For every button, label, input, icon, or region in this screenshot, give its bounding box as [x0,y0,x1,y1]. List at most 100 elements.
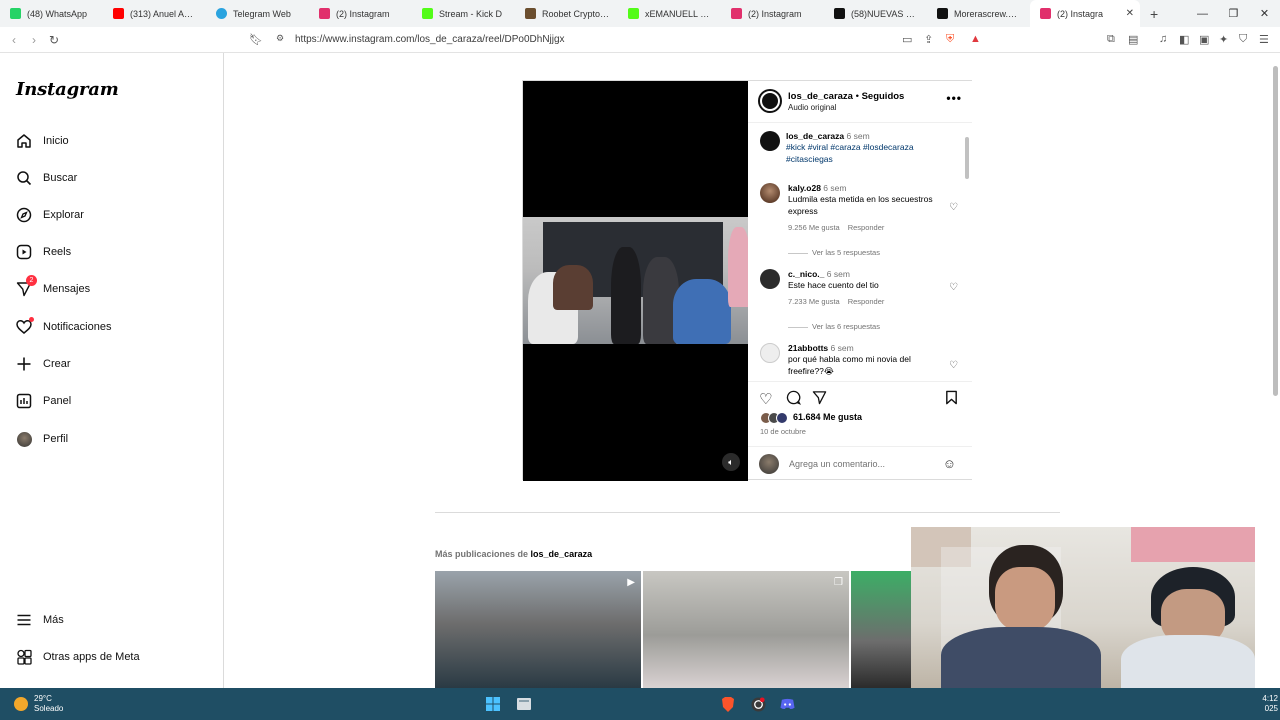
new-tab-button[interactable]: + [1150,6,1158,22]
cast-icon[interactable]: ▭ [902,33,912,46]
nav-perfil[interactable]: Perfil [16,431,68,447]
post-thumbnail[interactable] [851,571,911,688]
bookmark-icon[interactable]: 🔖︎ [249,33,263,46]
like-icon[interactable]: ♡ [759,390,772,408]
author-avatar[interactable] [758,89,782,113]
url-field[interactable]: https://www.instagram.com/los_de_caraza/… [295,34,565,45]
nav-reels[interactable]: Reels [16,244,71,260]
webcam-person-face [995,567,1055,631]
comment-likes[interactable]: 7.233 Me gusta [788,297,840,306]
nav-mas[interactable]: Más [16,612,64,628]
post-thumbnail[interactable]: ▶ [435,571,641,688]
page-scrollbar[interactable] [1271,56,1279,688]
nav-explorar[interactable]: Explorar [16,207,84,223]
task-view-icon[interactable] [516,696,532,712]
messenger-icon: 2 [16,275,37,297]
site-settings-icon[interactable]: ⚙︎ [276,33,284,44]
close-window-button[interactable]: ✕ [1249,0,1280,27]
reading-list-icon[interactable]: ▤ [1128,33,1138,46]
reply-button[interactable]: Responder [848,297,885,306]
page-scroll-thumb[interactable] [1273,66,1278,396]
view-replies-button[interactable]: Ver las 5 respuestas [788,248,880,257]
share-icon[interactable]: ⇪ [924,33,933,46]
caption-username[interactable]: los_de_caraza [786,131,844,141]
comment-like-icon[interactable]: ♡ [949,202,958,213]
instagram-logo[interactable]: Instagram [16,79,119,100]
reels-icon [16,244,32,260]
leo-ai-icon[interactable]: ✦ [1219,33,1228,46]
browser-tab[interactable]: Stream - Kick D [412,0,515,27]
comment-avatar[interactable] [760,183,780,203]
share-icon[interactable] [812,390,827,409]
nav-panel[interactable]: Panel [16,393,71,409]
caption-avatar[interactable] [760,131,780,151]
forward-button[interactable]: › [24,33,44,47]
view-replies-button[interactable]: Ver las 6 respuestas [788,322,880,331]
extensions-icon[interactable]: ⧉ [1107,33,1115,46]
back-button[interactable]: ‹ [4,33,24,47]
browser-tab[interactable]: xEMANUELL Stream [618,0,721,27]
comment-username[interactable]: kaly.o28 [788,183,821,193]
scroll-thumb[interactable] [965,137,969,179]
comment-likes[interactable]: 9.256 Me gusta [788,223,840,232]
search-icon [16,170,32,186]
close-tab-icon[interactable]: ✕ [1126,8,1134,19]
comment-like-icon[interactable]: ♡ [949,360,958,371]
following-status[interactable]: Seguidos [862,91,905,102]
mute-button[interactable]: 🔈︎ [722,453,740,471]
browser-tab[interactable]: (2) Instagram [309,0,412,27]
nav-otras-apps-meta[interactable]: Otras apps de Meta [16,649,140,665]
browser-tab[interactable]: (58)NUEVAS LOCUR [824,0,927,27]
system-clock[interactable]: 4:12 025 [1262,694,1278,714]
brave-shield-icon[interactable]: ⛨ [946,33,954,46]
likes-count[interactable]: 61.684 Me gusta [793,412,862,422]
comment-username[interactable]: 21abbotts [788,343,828,353]
emoji-icon[interactable]: ☺ [943,456,956,471]
discord-icon[interactable] [779,696,795,712]
maximize-button[interactable]: ❐ [1218,0,1249,27]
reply-button[interactable]: Responder [848,223,885,232]
vpn-icon[interactable]: ⛉ [1239,33,1247,46]
comment: kaly.o28 6 sem Ludmila esta metida en lo… [788,183,938,232]
more-posts-username[interactable]: los_de_caraza [531,549,593,559]
comment-icon[interactable] [786,390,801,409]
music-icon[interactable]: ♫ [1159,33,1167,45]
browser-tab[interactable]: Roobet Crypto Cas [515,0,618,27]
browser-tab[interactable]: Morerascrew.Clips [927,0,1030,27]
save-icon[interactable] [945,390,958,409]
nav-buscar[interactable]: Buscar [16,170,77,186]
more-options-icon[interactable]: ••• [946,91,962,105]
comment-avatar[interactable] [760,269,780,289]
liker-avatars [760,412,792,424]
comment-username[interactable]: c._nico._ [788,269,824,279]
reload-button[interactable]: ↻ [44,33,64,47]
comments-scrollbar[interactable] [964,127,970,373]
brave-browser-icon[interactable] [720,696,736,712]
nav-mensajes[interactable]: 2 Mensajes [16,275,90,297]
audio-link[interactable]: Audio original [788,103,836,112]
sidebar-icon[interactable]: ◧ [1179,33,1189,46]
menu-icon[interactable]: ☰ [1259,33,1269,46]
browser-tab[interactable]: (48) WhatsApp [0,0,103,27]
nav-crear[interactable]: Crear [16,356,71,372]
comment-avatar[interactable] [760,343,780,363]
browser-tab-active[interactable]: (2) Instagra ✕ [1030,0,1140,27]
reel-video-player[interactable]: 🔈︎ [523,81,748,481]
weather-widget[interactable]: 29°C Soleado [14,694,63,714]
nav-notificaciones[interactable]: Notificaciones [16,317,111,335]
browser-tab[interactable]: (313) Anuel AA | NC [103,0,206,27]
minimize-button[interactable]: — [1187,0,1218,27]
windows-start-icon[interactable] [485,696,501,712]
browser-tab[interactable]: (2) Instagram [721,0,824,27]
video-person [611,247,641,344]
add-comment-input[interactable]: Agrega un comentario... [789,459,885,469]
post-thumbnail[interactable]: ❐ [643,571,849,688]
comment-like-icon[interactable]: ♡ [949,282,958,293]
author-username[interactable]: los_de_caraza [788,91,853,102]
nav-inicio[interactable]: Inicio [16,133,69,149]
caption-hashtags[interactable]: #kick #viral #caraza #losdecaraza #citas… [786,141,956,165]
brave-rewards-icon[interactable]: ▲ [970,33,981,45]
wallet-icon[interactable]: ▣ [1199,33,1209,46]
obs-icon[interactable] [750,696,766,712]
browser-tab[interactable]: Telegram Web [206,0,309,27]
